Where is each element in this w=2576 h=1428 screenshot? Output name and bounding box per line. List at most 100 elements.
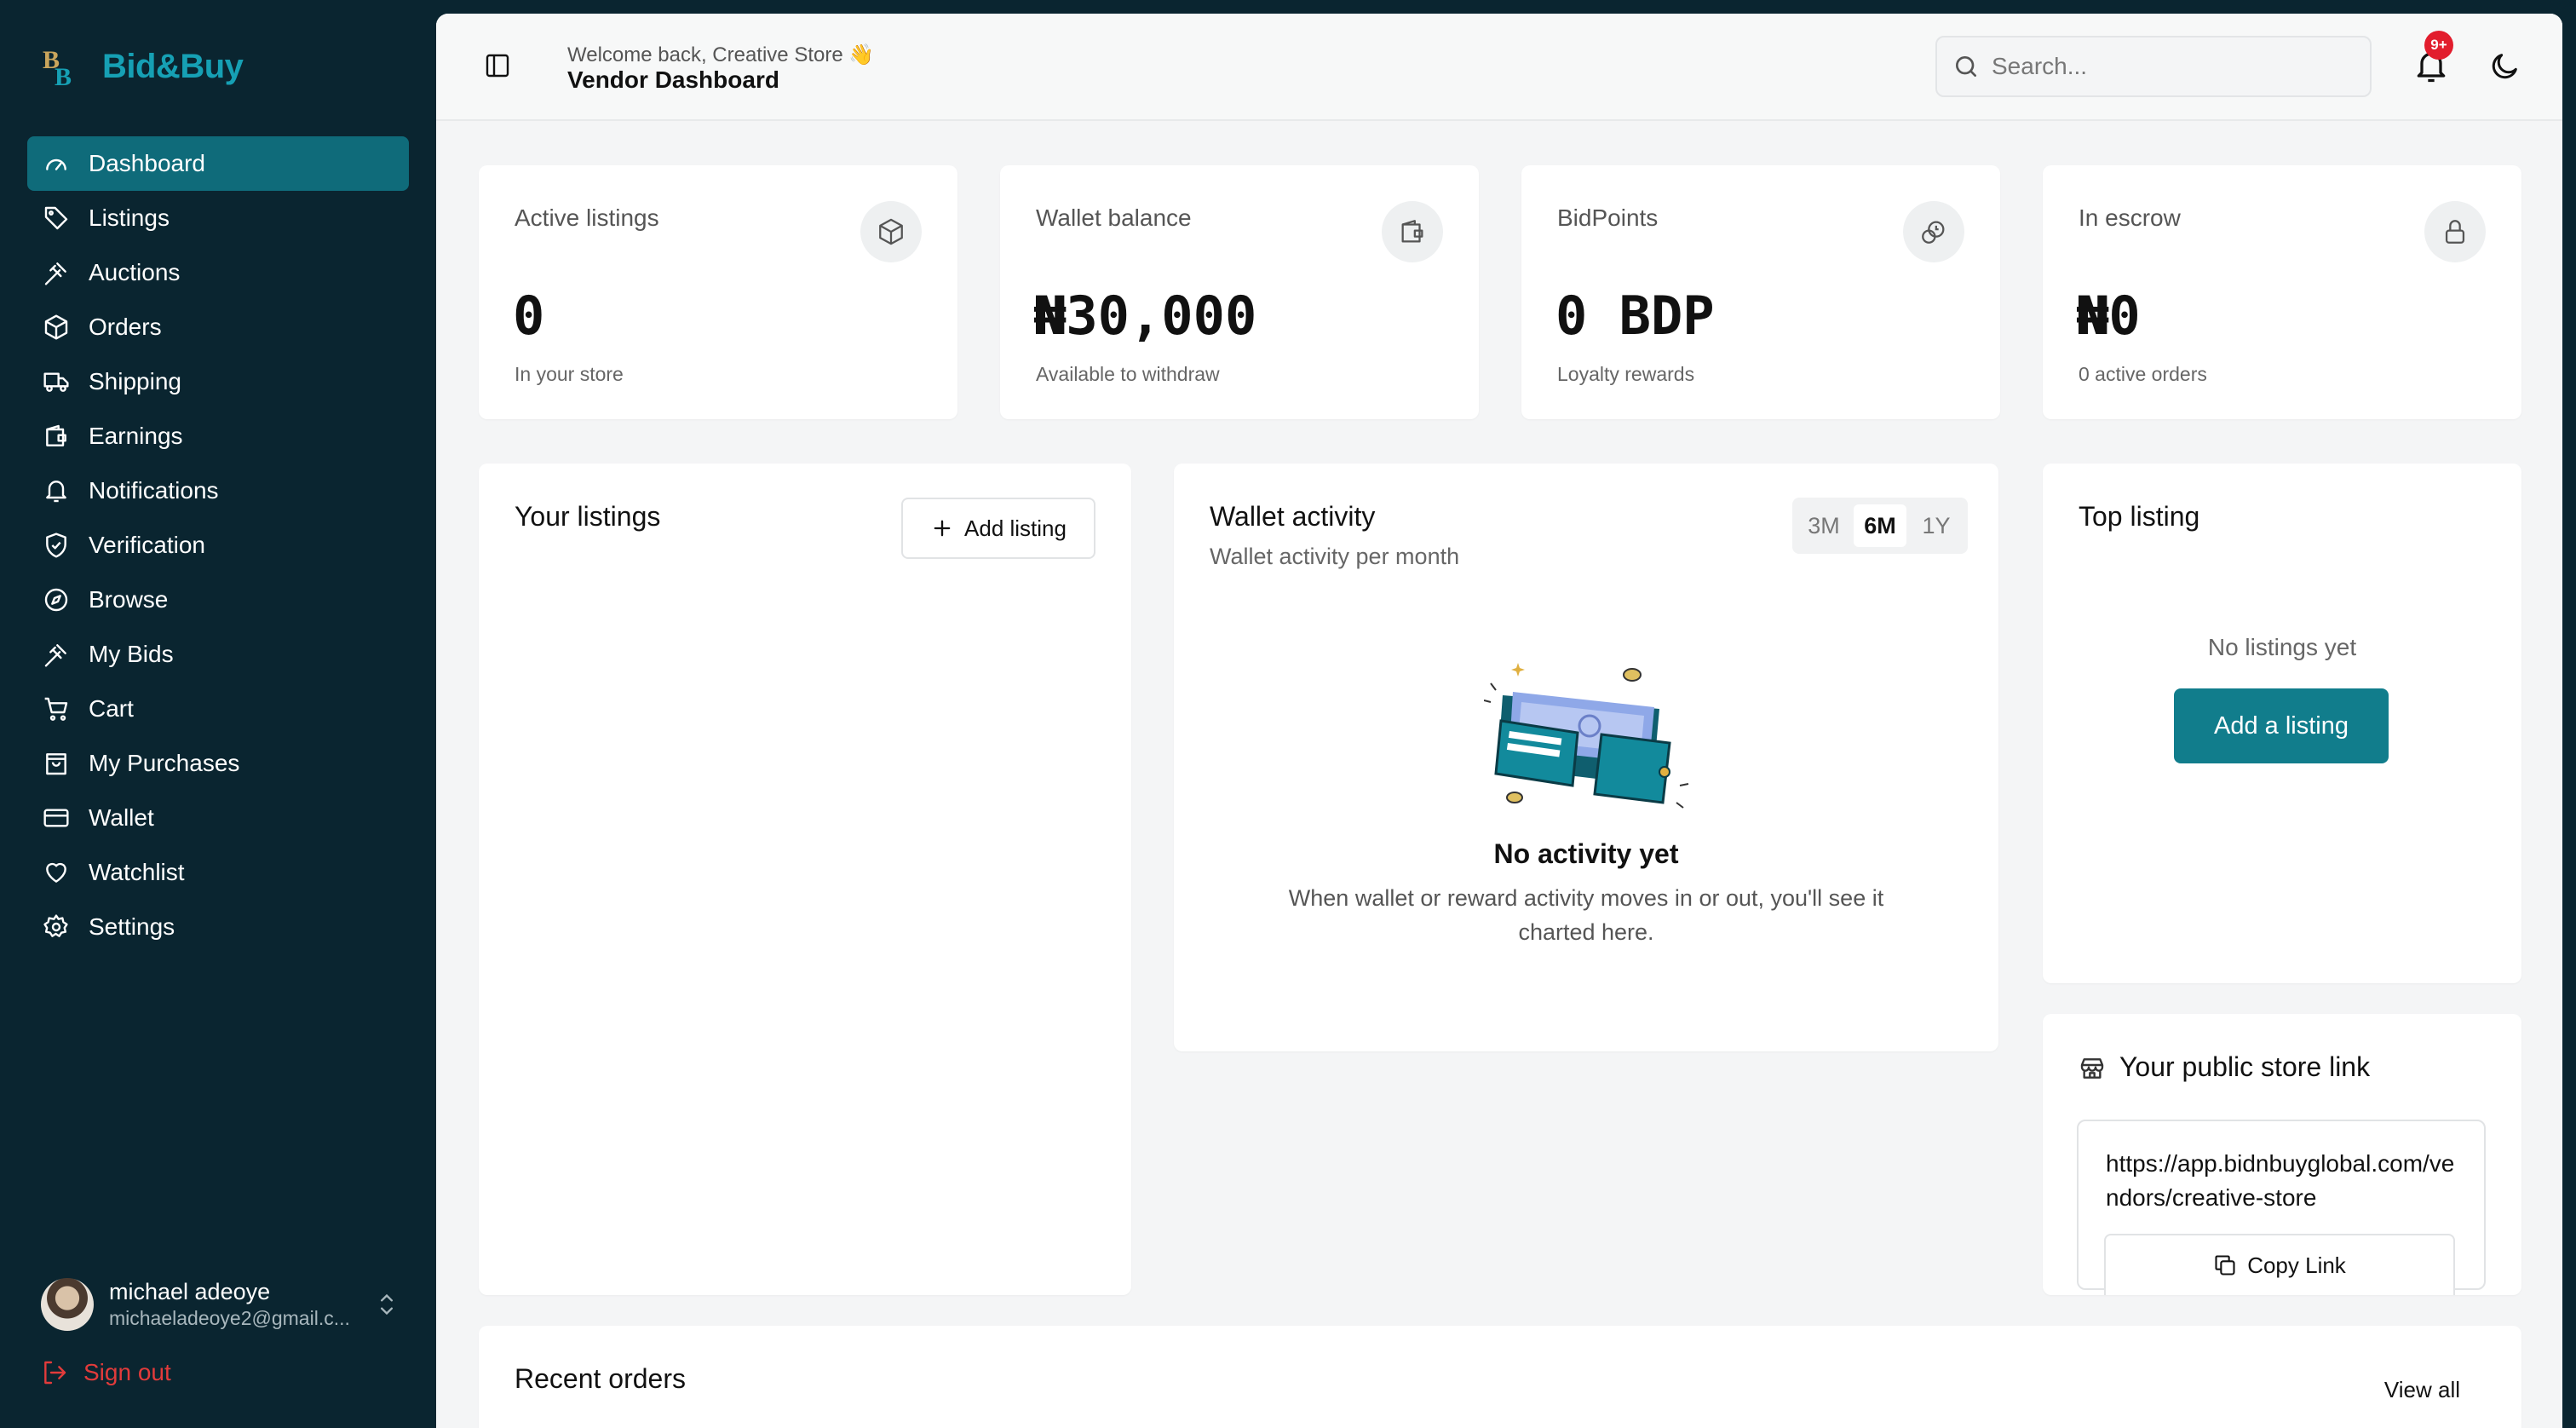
box-icon	[44, 314, 68, 340]
compass-icon	[44, 588, 68, 612]
search-input[interactable]	[1992, 53, 2349, 80]
sidebar-item-browse[interactable]: Browse	[27, 573, 409, 627]
sidebar: B B Bid&Buy Dashboard Listings Auctions …	[0, 0, 436, 1428]
sidebar-item-notifications[interactable]: Notifications	[27, 464, 409, 518]
shield-check-icon	[46, 533, 66, 558]
top-bar: Welcome back, Creative Store 👋 Vendor Da…	[436, 14, 2562, 121]
empty-wallet-illustration	[1484, 663, 1689, 809]
add-a-listing-button[interactable]: Add a listing	[2174, 688, 2389, 763]
stat-subtext: In your store	[515, 363, 624, 385]
sidebar-item-label: Earnings	[89, 423, 183, 449]
tag-icon	[44, 206, 68, 230]
sidebar-item-label: Cart	[89, 695, 134, 722]
sidebar-nav: Dashboard Listings Auctions Orders Shipp…	[27, 136, 409, 954]
wallet-icon	[1401, 220, 1423, 243]
stat-value: 0	[513, 285, 545, 347]
sidebar-item-my-bids[interactable]: My Bids	[27, 627, 409, 682]
stat-card-wallet-balance: Wallet balance ₦30,000 Available to with…	[1000, 165, 1479, 419]
add-listing-button[interactable]: Add listing	[901, 498, 1095, 559]
sidebar-item-listings[interactable]: Listings	[27, 191, 409, 245]
sidebar-item-shipping[interactable]: Shipping	[27, 354, 409, 409]
tab-3m[interactable]: 3M	[1797, 504, 1850, 547]
box-icon	[879, 218, 903, 245]
logo-mark-icon: B B	[43, 46, 72, 90]
sidebar-toggle-icon[interactable]	[484, 52, 511, 79]
user-email: michaeladeoye2@gmail.c...	[109, 1307, 350, 1329]
sidebar-item-label: Watchlist	[89, 859, 185, 885]
recent-orders-card: Recent orders View all	[479, 1326, 2521, 1428]
sidebar-item-label: Settings	[89, 913, 175, 940]
recent-orders-title: Recent orders	[515, 1363, 686, 1394]
cart-icon	[44, 697, 68, 721]
stat-icon	[2424, 201, 2486, 262]
stat-card-in-escrow: In escrow ₦0 0 active orders	[2043, 165, 2521, 419]
copy-link-button[interactable]: Copy Link	[2104, 1234, 2455, 1295]
stat-label: BidPoints	[1557, 204, 1659, 231]
stat-icon	[1903, 201, 1964, 262]
card-icon	[43, 809, 69, 827]
logout-icon	[44, 1361, 66, 1385]
sidebar-item-label: My Bids	[89, 641, 174, 667]
main-content: Welcome back, Creative Store 👋 Vendor Da…	[436, 14, 2562, 1428]
view-all-link[interactable]: View all	[2384, 1377, 2460, 1403]
sidebar-item-settings[interactable]: Settings	[27, 900, 409, 954]
empty-state-text: When wallet or reward activity moves in …	[1288, 885, 1884, 945]
stat-label: Wallet balance	[1036, 204, 1192, 231]
lock-icon	[2445, 220, 2465, 244]
sidebar-item-label: Browse	[89, 586, 169, 613]
copy-icon	[2215, 1255, 2235, 1275]
app-logo[interactable]: B B Bid&Buy	[41, 43, 244, 90]
tab-1y[interactable]: 1Y	[1910, 504, 1963, 547]
sidebar-item-cart[interactable]: Cart	[27, 682, 409, 736]
gavel-icon	[44, 262, 66, 285]
sidebar-item-orders[interactable]: Orders	[27, 300, 409, 354]
sidebar-item-label: Shipping	[89, 368, 181, 394]
app-name: Bid&Buy	[102, 47, 244, 85]
sidebar-item-auctions[interactable]: Auctions	[27, 245, 409, 300]
moon-icon[interactable]	[2487, 49, 2521, 83]
sidebar-item-label: Notifications	[89, 477, 219, 504]
wallet-activity-title: Wallet activity	[1210, 501, 1376, 532]
bell-icon	[46, 481, 66, 503]
stat-value: ₦30,000	[1034, 285, 1257, 347]
sidebar-item-dashboard[interactable]: Dashboard	[27, 136, 409, 191]
stat-subtext: 0 active orders	[2079, 363, 2207, 385]
copy-link-label: Copy Link	[2247, 1252, 2346, 1278]
dashboard-icon	[46, 158, 66, 170]
coins-icon	[1922, 221, 1945, 244]
heart-icon	[46, 862, 66, 883]
sidebar-item-earnings[interactable]: Earnings	[27, 409, 409, 464]
sidebar-item-label: Auctions	[89, 259, 181, 285]
gavel-icon	[44, 644, 66, 667]
range-tabs: 3M 6M 1Y	[1792, 498, 1968, 554]
stat-card-active-listings: Active listings 0 In your store	[479, 165, 957, 419]
sign-out-label: Sign out	[83, 1359, 171, 1385]
top-listing-empty: No listings yet	[2207, 634, 2357, 660]
wallet-icon	[46, 424, 66, 446]
store-link-url[interactable]: https://app.bidnbuyglobal.com/vendors/cr…	[2106, 1147, 2464, 1215]
stat-icon	[1382, 201, 1443, 262]
search-icon	[1956, 56, 1976, 77]
tab-6m[interactable]: 6M	[1854, 504, 1906, 547]
user-name: michael adeoye	[109, 1279, 271, 1304]
sidebar-item-label: Dashboard	[89, 150, 205, 176]
top-listing-card: Top listing No listings yet Add a listin…	[2043, 464, 2521, 983]
greeting: Welcome back, Creative Store 👋	[567, 43, 875, 66]
store-link-card: Your public store link https://app.bidnb…	[2043, 1014, 2521, 1295]
stat-value: ₦0	[2077, 285, 2141, 347]
search-box[interactable]	[1935, 36, 2372, 97]
sidebar-item-my-purchases[interactable]: My Purchases	[27, 736, 409, 791]
stat-subtext: Available to withdraw	[1036, 363, 1220, 385]
notification-badge: 9+	[2424, 31, 2453, 60]
sidebar-item-label: My Purchases	[89, 750, 240, 776]
user-menu[interactable]: michael adeoye michaeladeoye2@gmail.c...	[41, 1278, 399, 1331]
sidebar-item-verification[interactable]: Verification	[27, 518, 409, 573]
gear-icon	[43, 914, 68, 937]
sidebar-item-watchlist[interactable]: Watchlist	[27, 845, 409, 900]
sign-out-button[interactable]: Sign out	[41, 1359, 171, 1386]
sidebar-item-wallet[interactable]: Wallet	[27, 791, 409, 845]
top-listing-title: Top listing	[2079, 501, 2200, 532]
store-link-title: Your public store link	[2119, 1051, 2371, 1082]
stat-card-bidpoints: BidPoints 0 BDP Loyalty rewards	[1521, 165, 2000, 419]
store-icon	[2080, 1058, 2104, 1079]
